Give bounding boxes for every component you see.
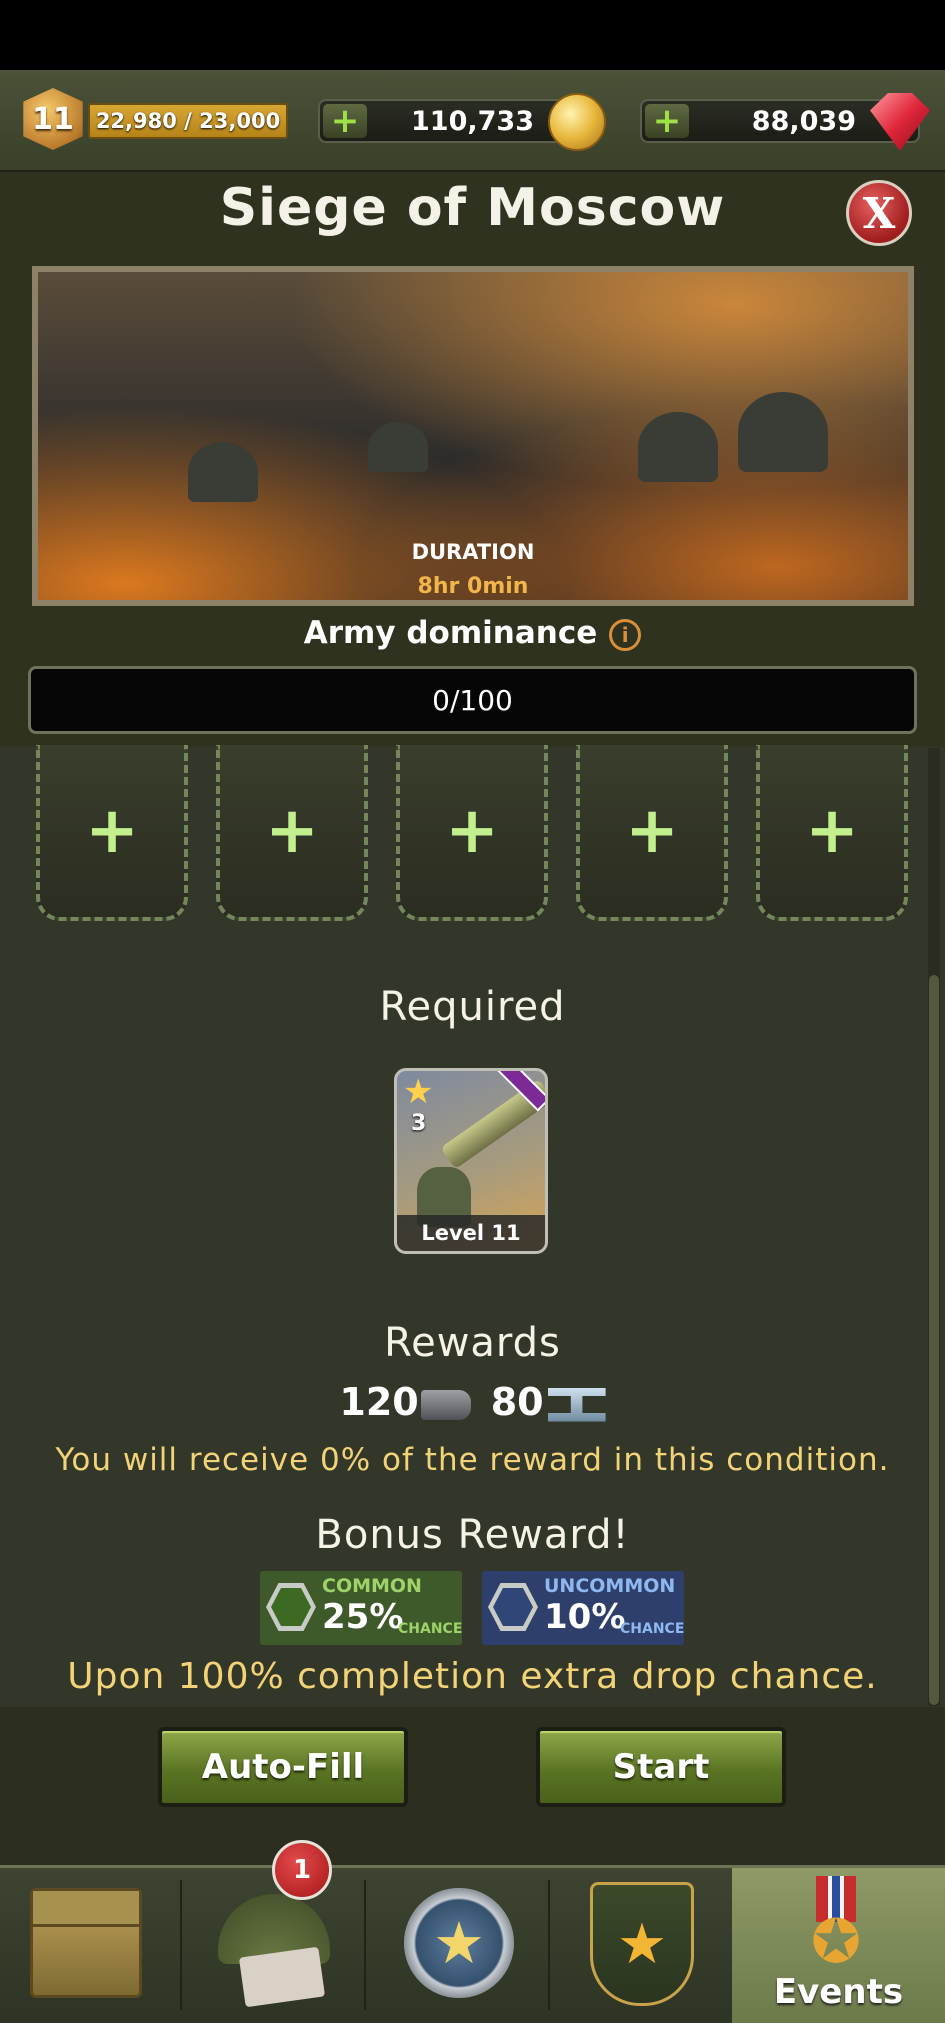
reward-item: 80	[491, 1380, 606, 1424]
supply-crate-icon	[30, 1888, 142, 1998]
coins-counter: + 110,733	[318, 93, 606, 151]
nav-item-rank[interactable]: ★	[550, 1868, 731, 2023]
wreath-emblem-icon: ★	[590, 1882, 694, 2006]
events-medal-icon: ✪	[802, 1876, 870, 1972]
soldier-silhouette	[368, 422, 428, 472]
bonus-note: Upon 100% completion extra drop chance.	[67, 1656, 878, 1697]
xp-progress: 22,980 / 23,000	[88, 103, 288, 139]
rank-badge[interactable]: 11	[23, 88, 83, 150]
notification-badge: 1	[272, 1840, 332, 1900]
soldier-silhouette	[738, 392, 828, 472]
mission-title: Siege of Moscow	[219, 178, 726, 238]
uncommon-chance-box: UNCOMMON 10% CHANCE	[482, 1571, 684, 1645]
reward-condition-note: You will receive 0% of the reward in thi…	[55, 1442, 890, 1478]
info-icon[interactable]: i	[609, 618, 642, 651]
add-coins-button[interactable]: +	[323, 104, 367, 138]
cards-icon	[238, 1946, 326, 2008]
duration-label: DURATION	[411, 540, 535, 564]
steel-beam-icon	[547, 1387, 606, 1422]
add-gems-button[interactable]: +	[645, 104, 689, 138]
nav-item-supplies[interactable]	[0, 1868, 181, 2023]
unit-slot[interactable]: +	[576, 745, 728, 921]
bullet-amount: 120	[339, 1380, 419, 1424]
action-panel	[0, 1707, 945, 1867]
rewards-row: 120 80	[0, 1380, 945, 1424]
soldier-silhouette	[188, 442, 258, 502]
auto-fill-button[interactable]: Auto-Fill	[158, 1727, 408, 1807]
nav-item-medal[interactable]: ★	[366, 1868, 547, 2023]
required-unit-card[interactable]: ★ 3 Level 11	[394, 1068, 548, 1254]
start-button[interactable]: Start	[536, 1727, 786, 1807]
mission-banner: DURATION 8hr 0min	[32, 266, 914, 606]
status-bar	[0, 0, 945, 70]
star-icon: ★	[403, 1072, 434, 1112]
hexagon-icon	[488, 1583, 538, 1631]
close-button[interactable]: X	[846, 180, 912, 246]
resource-bar: 11 22,980 / 23,000 + 110,733 + 88,039	[0, 70, 945, 172]
steel-amount: 80	[490, 1380, 544, 1424]
chance-percent: 25%	[322, 1597, 404, 1637]
gem-icon	[870, 93, 930, 151]
add-unit-icon: +	[805, 794, 859, 868]
soldier-silhouette	[638, 412, 718, 482]
chance-percent: 10%	[544, 1597, 626, 1637]
card-level: Level 11	[397, 1215, 545, 1251]
bullet-icon	[420, 1389, 471, 1420]
unit-slot[interactable]: +	[756, 745, 908, 921]
chance-word: CHANCE	[398, 1621, 463, 1637]
coins-value: 110,733	[411, 105, 534, 137]
add-unit-icon: +	[265, 794, 319, 868]
gems-counter: + 88,039	[640, 93, 930, 151]
chance-word: CHANCE	[620, 1621, 685, 1637]
add-unit-icon: +	[85, 794, 139, 868]
nav-label-events: Events	[773, 1972, 904, 2012]
unit-slot[interactable]: +	[396, 745, 548, 921]
gems-value: 88,039	[751, 105, 856, 137]
unit-slot[interactable]: +	[36, 745, 188, 921]
rewards-heading: Rewards	[384, 1320, 561, 1366]
hexagon-icon	[266, 1583, 316, 1631]
unit-slot[interactable]: +	[216, 745, 368, 921]
required-heading: Required	[379, 984, 566, 1030]
add-unit-icon: +	[625, 794, 679, 868]
star-medal-icon: ★	[404, 1888, 514, 1998]
reward-item: 120	[339, 1380, 471, 1424]
card-star-count: 3	[411, 1111, 427, 1136]
bonus-heading: Bonus Reward!	[315, 1512, 630, 1558]
chance-tier: COMMON	[322, 1575, 422, 1597]
common-chance-box: COMMON 25% CHANCE	[260, 1571, 462, 1645]
add-unit-icon: +	[445, 794, 499, 868]
army-dominance-label: Army dominance	[303, 615, 598, 651]
duration-value: 8hr 0min	[417, 574, 529, 599]
chance-tier: UNCOMMON	[544, 1575, 676, 1597]
army-dominance-header: Army dominance i	[0, 615, 945, 651]
coin-icon	[548, 93, 606, 151]
nav-item-cards[interactable]	[182, 1868, 363, 2023]
dominance-progress: 0/100	[28, 666, 917, 734]
